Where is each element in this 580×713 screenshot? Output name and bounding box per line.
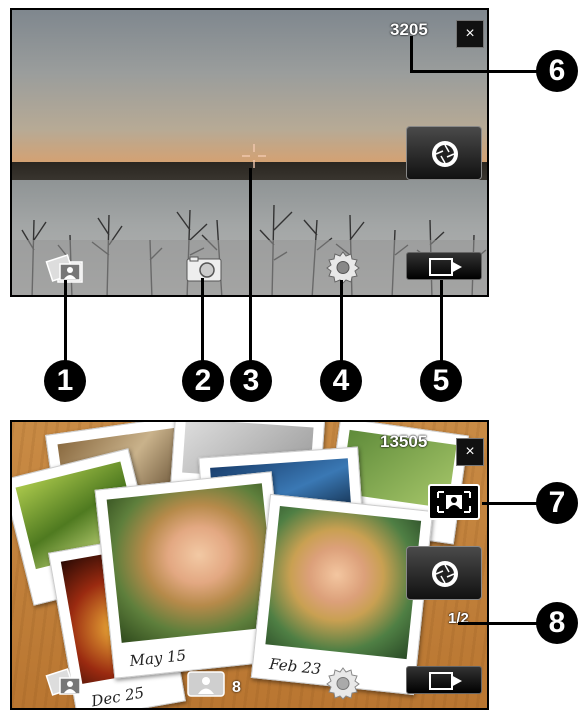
callout-7: 7	[536, 482, 578, 524]
callout-line	[410, 36, 413, 72]
callout-6: 6	[536, 50, 578, 92]
close-icon: ×	[465, 25, 475, 42]
close-icon: ×	[465, 443, 475, 460]
close-button[interactable]: ×	[456, 20, 484, 48]
focus-indicator-icon	[242, 144, 266, 168]
frame-template-icon[interactable]	[184, 668, 228, 700]
callout-line	[249, 168, 252, 364]
review-button[interactable]	[406, 252, 482, 280]
callout-2: 2	[182, 360, 224, 402]
gear-icon[interactable]	[326, 250, 360, 284]
photo-caption: Feb 23	[268, 654, 322, 679]
gear-icon[interactable]	[326, 666, 360, 700]
shutter-icon	[432, 141, 458, 167]
remaining-shots-counter: 3205	[390, 20, 428, 39]
photo-caption: Dec 25	[89, 683, 146, 710]
review-icon	[429, 672, 462, 690]
album-icon[interactable]	[44, 664, 86, 702]
callout-line	[440, 280, 443, 364]
frame-template-button[interactable]	[428, 484, 480, 520]
callout-line	[410, 70, 540, 73]
frame-template-icon	[437, 491, 471, 513]
camera-mode-icon[interactable]	[186, 256, 222, 282]
remaining-shots-counter: 13505	[380, 432, 428, 451]
callout-3: 3	[230, 360, 272, 402]
review-icon	[429, 258, 462, 276]
callout-line	[458, 622, 538, 625]
review-button[interactable]	[406, 666, 482, 694]
callout-line	[340, 280, 343, 364]
callout-5: 5	[420, 360, 462, 402]
callout-1: 1	[44, 360, 86, 402]
photo-caption: May 15	[128, 646, 187, 671]
callout-line	[64, 280, 67, 364]
callout-line	[482, 502, 538, 505]
frame-count: 8	[232, 679, 241, 696]
capture-button[interactable]	[406, 126, 482, 180]
close-button[interactable]: ×	[456, 438, 484, 466]
shutter-icon	[432, 561, 458, 587]
callout-8: 8	[536, 602, 578, 644]
album-screen: Dec 25 May 15 Feb 23 13505 × 1/2 8	[10, 420, 489, 710]
capture-button[interactable]	[406, 546, 482, 600]
callout-4: 4	[320, 360, 362, 402]
callout-line	[201, 278, 204, 364]
